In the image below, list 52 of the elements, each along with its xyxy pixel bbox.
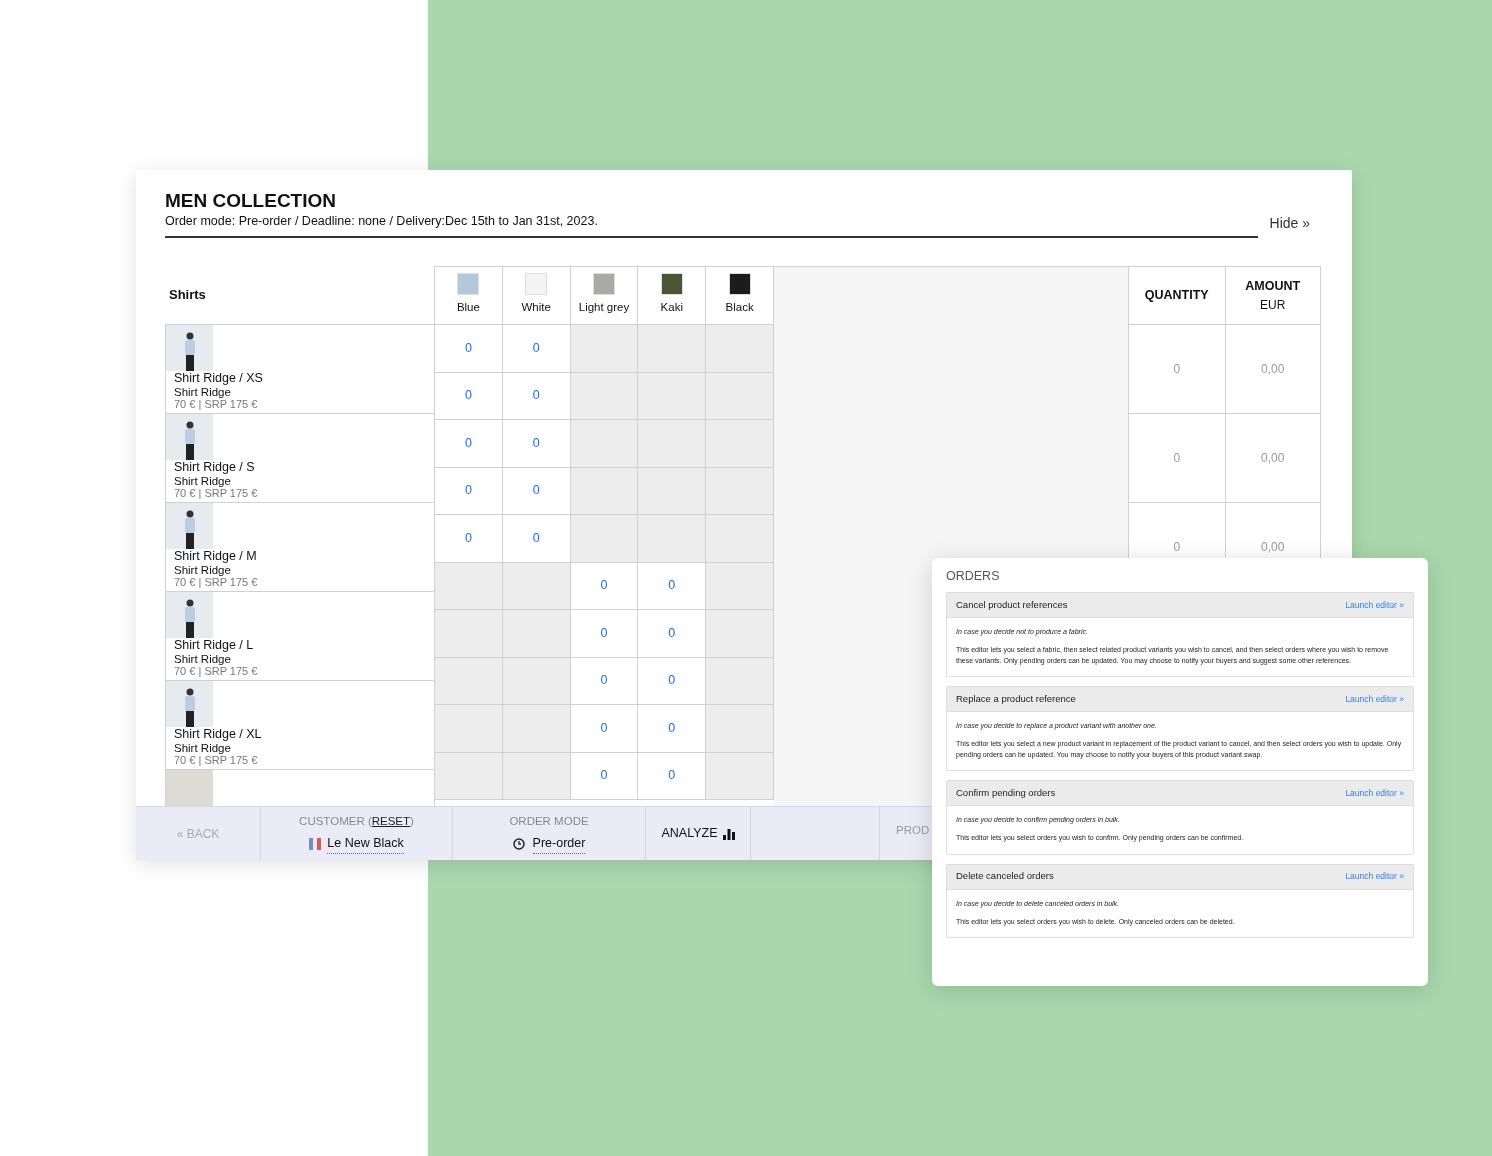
product-price: 70 € | SRP 175 € <box>174 398 259 411</box>
bar-chart-icon <box>722 827 735 840</box>
customer-link[interactable]: Le New Black <box>327 834 404 854</box>
product-price: 70 € | SRP 175 € <box>174 576 259 589</box>
order-info-text: Order mode: Pre-order / Deadline: none / Delivery:Dec 15th to Jan 31st, 2023. <box>165 212 1258 238</box>
category-label: Shirts <box>169 286 206 305</box>
product-name: Shirt Ridge <box>174 742 232 754</box>
editor-title: Delete canceled orders <box>956 869 1054 884</box>
product-price: 70 € | SRP 175 € <box>174 487 259 500</box>
editor-title: Replace a product reference <box>956 691 1076 706</box>
editor-title: Confirm pending orders <box>956 785 1056 800</box>
color-column-header: White <box>502 267 571 324</box>
product-price: 70 € | SRP 175 € <box>174 754 259 767</box>
amount-header: AMOUNT <box>1245 278 1301 296</box>
hide-link[interactable]: Hide » <box>1269 213 1310 238</box>
product-name: Shirt Ridge <box>174 475 232 487</box>
clock-icon <box>512 838 525 851</box>
product-variant-title: Shirt Ridge / S <box>174 460 256 475</box>
product-name: Shirt Ridge <box>174 653 232 665</box>
orders-title: ORDERS <box>946 569 1001 583</box>
editor-title: Cancel product references <box>956 597 1068 612</box>
launch-editor-link[interactable]: Launch editor » <box>1345 598 1404 612</box>
quantity-total: 0 <box>1173 361 1181 378</box>
quantity-header: QUANTITY <box>1144 287 1209 305</box>
product-variant-title: Shirt Ridge / M <box>174 549 258 564</box>
amount-total: 0,00 <box>1261 539 1285 556</box>
amount-total: 0,00 <box>1261 361 1285 378</box>
currency-label: EUR <box>1260 296 1286 314</box>
product-name: Shirt Ridge <box>174 386 232 398</box>
product-name: Shirt Ridge <box>174 564 232 576</box>
product-variant-title: Shirt Ridge / XL <box>174 727 263 742</box>
quantity-total: 0 <box>1173 539 1181 556</box>
color-column-header: Blue <box>435 267 503 324</box>
customer-label-paren: ) <box>410 814 414 829</box>
color-column-header: Kaki <box>638 267 707 324</box>
analyze-button[interactable]: ANALYZE <box>646 807 751 860</box>
amount-total: 0,00 <box>1261 450 1285 467</box>
color-column-header: Light grey <box>570 267 639 324</box>
customer-label: CUSTOMER ( <box>299 814 372 829</box>
toolbar-label: PROD <box>896 824 930 836</box>
collection-title: MEN COLLECTION <box>165 190 337 212</box>
product-price: 70 € | SRP 175 € <box>174 665 259 678</box>
quantity-total: 0 <box>1173 450 1181 467</box>
launch-editor-link[interactable]: Launch editor » <box>1345 786 1404 800</box>
launch-editor-link[interactable]: Launch editor » <box>1345 870 1404 883</box>
product-variant-title: Shirt Ridge / L <box>174 638 255 653</box>
color-column-header: Black <box>706 267 774 324</box>
flag-icon <box>309 838 322 851</box>
order-mode-link[interactable]: Pre-order <box>532 834 586 854</box>
order-mode-label: ORDER MODE <box>509 814 589 829</box>
launch-editor-link[interactable]: Launch editor » <box>1345 692 1404 706</box>
product-variant-title: Shirt Ridge / XS <box>174 371 264 386</box>
